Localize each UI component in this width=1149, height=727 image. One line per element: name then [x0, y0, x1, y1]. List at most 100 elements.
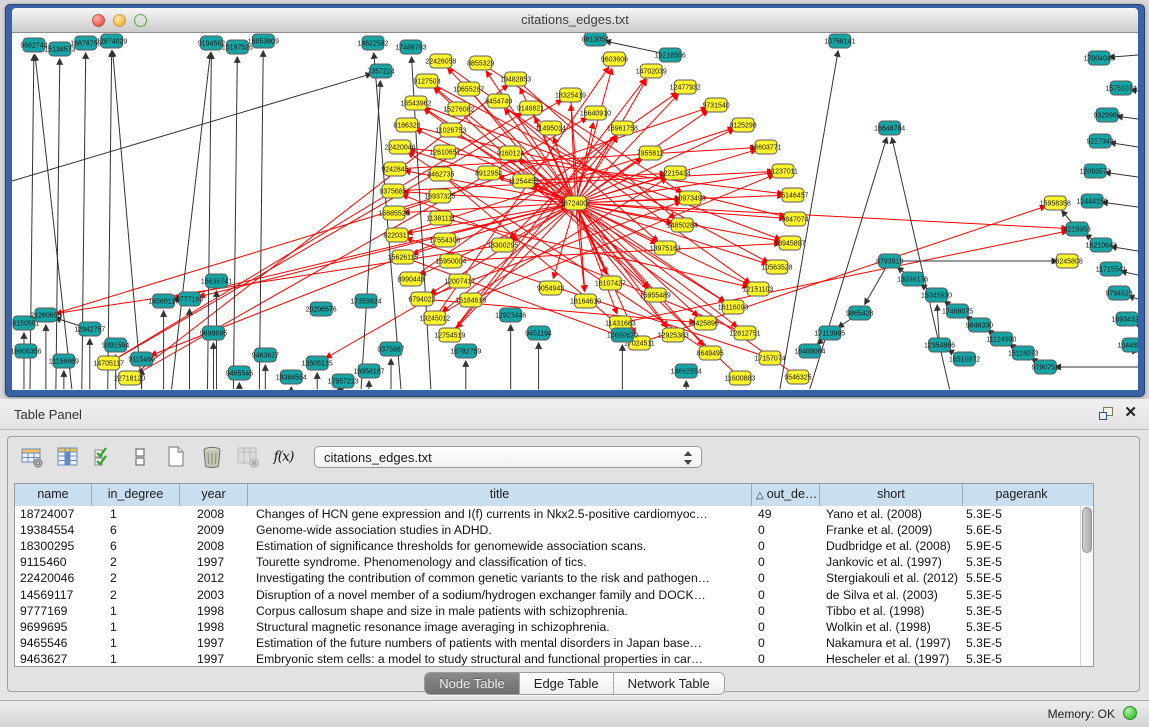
graph-node[interactable]: 11715541 [1096, 262, 1127, 276]
network-canvas[interactable]: 1872400722426058912750316543962818632822… [12, 33, 1138, 390]
graph-node[interactable]: 19245012 [419, 311, 450, 325]
graph-node[interactable]: 22420046 [384, 140, 415, 154]
graph-node[interactable]: 16638741 [201, 274, 232, 288]
citation-edge-black[interactable] [56, 59, 60, 389]
graph-node[interactable]: 15950004 [435, 254, 466, 268]
column-header-title[interactable]: title [248, 484, 752, 506]
function-builder-icon[interactable]: f(x) [270, 444, 297, 470]
citation-edge-black[interactable] [374, 53, 401, 389]
graph-node[interactable]: 17359924 [351, 294, 382, 308]
graph-node[interactable]: 12151103 [743, 282, 774, 296]
column-header-in_degree[interactable]: in_degree [92, 484, 180, 506]
graph-node[interactable]: 14662554 [671, 364, 702, 378]
graph-node[interactable]: 9160124 [497, 146, 524, 160]
memory-status-icon[interactable] [1123, 706, 1137, 720]
graph-node[interactable]: 8215953 [1064, 222, 1091, 236]
graph-node[interactable]: 8813054 [582, 33, 609, 46]
table-row[interactable]: 969969511998Structural magnetic resonanc… [15, 619, 1080, 635]
graph-node[interactable]: 15118073 [1008, 346, 1039, 360]
graph-node[interactable]: 16934322 [1112, 312, 1138, 326]
graph-node[interactable]: 8649495 [697, 346, 724, 360]
graph-node[interactable]: 17113995 [815, 326, 846, 340]
graph-node[interactable]: 11156869 [49, 354, 79, 368]
graph-node[interactable]: 15276082 [443, 102, 474, 116]
graph-node[interactable]: 16053809 [248, 34, 279, 48]
citation-edge-black[interactable] [259, 51, 263, 389]
graph-node[interactable]: 16107427 [595, 276, 626, 290]
graph-node[interactable]: 11495014 [535, 121, 566, 135]
tab-node-table[interactable]: Node Table [425, 673, 520, 694]
graph-node[interactable]: 11026753 [436, 123, 467, 137]
graph-node[interactable]: 20206576 [306, 302, 337, 316]
network-table-selector[interactable]: citations_edges.txt [314, 446, 702, 468]
graph-node[interactable]: 12923446 [495, 308, 526, 322]
graph-node[interactable]: 15885520 [378, 206, 409, 220]
table-row[interactable]: 1938455462009Genome-wide association stu… [15, 522, 1080, 538]
graph-node[interactable]: 8990448 [397, 272, 424, 286]
graph-node[interactable]: 13505135 [302, 356, 333, 370]
graph-node[interactable]: 11381111 [426, 211, 455, 225]
graph-node[interactable]: 18325419 [555, 88, 586, 102]
graph-node[interactable]: 17488763 [395, 40, 426, 54]
graph-node[interactable]: 8125298 [729, 118, 756, 132]
graph-node[interactable]: 16543962 [400, 96, 431, 110]
table-row[interactable]: 946554611997Estimation of the future num… [15, 635, 1080, 651]
graph-node[interactable]: 8220317 [383, 228, 410, 242]
graph-node[interactable]: 10758141 [824, 34, 855, 48]
table-row[interactable]: 911546021997Tourette syndrome. Phenomeno… [15, 554, 1080, 570]
column-header-pagerank[interactable]: pagerank [963, 484, 1080, 506]
table-settings-icon[interactable] [18, 444, 45, 470]
graph-node[interactable]: 19384554 [276, 370, 307, 384]
close-panel-icon[interactable]: ✕ [1124, 405, 1137, 421]
graph-node[interactable]: 14705117 [93, 356, 124, 370]
citation-edge-black[interactable] [30, 55, 34, 389]
graph-node[interactable]: 15751074 [1106, 81, 1137, 95]
graph-node[interactable]: 15958358 [1040, 196, 1071, 210]
graph-node[interactable]: 12754519 [434, 328, 465, 342]
citation-edge-black[interactable] [361, 81, 380, 389]
graph-node[interactable]: 9846330 [966, 318, 993, 332]
graph-node[interactable]: 6794022 [408, 292, 435, 306]
graph-node[interactable]: 10973493 [675, 191, 706, 205]
graph-node[interactable]: 9794523 [1105, 286, 1132, 300]
graph-node[interactable]: 16245808 [1052, 254, 1083, 268]
graph-node[interactable]: 12812751 [730, 326, 761, 340]
graph-node[interactable]: 9463627 [252, 348, 279, 362]
graph-node[interactable]: 18724007 [560, 196, 591, 210]
graph-node[interactable]: 14850283 [667, 218, 698, 232]
graph-node[interactable]: 9391594 [102, 338, 129, 352]
citation-edge-red[interactable] [554, 138, 576, 204]
graph-node[interactable]: 9465546 [226, 366, 253, 380]
graph-node[interactable]: 12215434 [660, 166, 691, 180]
graph-node[interactable]: 17004045 [1084, 51, 1115, 65]
graph-node[interactable]: 10655287 [453, 82, 484, 96]
graph-node[interactable]: 12925383 [658, 328, 689, 342]
graph-node[interactable]: 9777169 [176, 292, 203, 306]
citation-edge-red[interactable] [173, 203, 575, 299]
graph-node[interactable]: 16782759 [450, 344, 481, 358]
graph-node[interactable]: 9847074 [781, 212, 808, 226]
tab-edge-table[interactable]: Edge Table [520, 673, 614, 694]
graph-node[interactable]: 17468075 [942, 304, 973, 318]
graph-node[interactable]: 10563528 [761, 260, 792, 274]
graph-node[interactable]: 11237011 [768, 164, 798, 178]
graph-node[interactable]: 8793919 [876, 254, 903, 268]
graph-node[interactable]: 15626115 [388, 250, 419, 264]
graph-node[interactable]: 15045830 [921, 288, 952, 302]
graph-node[interactable]: 9603606 [601, 52, 628, 66]
column-header-out_de[interactable]: △out_de… [752, 484, 820, 506]
graph-node[interactable]: 9054943 [537, 281, 564, 295]
network-window-titlebar[interactable]: citations_edges.txt [12, 8, 1138, 33]
graph-node[interactable]: 13975163 [650, 241, 681, 255]
citation-edge-black[interactable] [1110, 143, 1138, 147]
graph-node[interactable]: 18300295 [487, 238, 518, 252]
graph-node[interactable]: 9462735 [427, 167, 454, 181]
graph-node[interactable]: 16958167 [354, 364, 385, 378]
graph-node[interactable]: 12874029 [96, 34, 127, 48]
citation-edge-red[interactable] [575, 123, 593, 203]
table-vertical-scrollbar[interactable] [1080, 506, 1093, 666]
graph-node[interactable]: 16510872 [949, 352, 980, 366]
graph-node[interactable]: 22426058 [425, 54, 456, 68]
graph-node[interactable]: 17554300 [429, 233, 460, 247]
graph-node[interactable]: 11124990 [986, 332, 1016, 346]
